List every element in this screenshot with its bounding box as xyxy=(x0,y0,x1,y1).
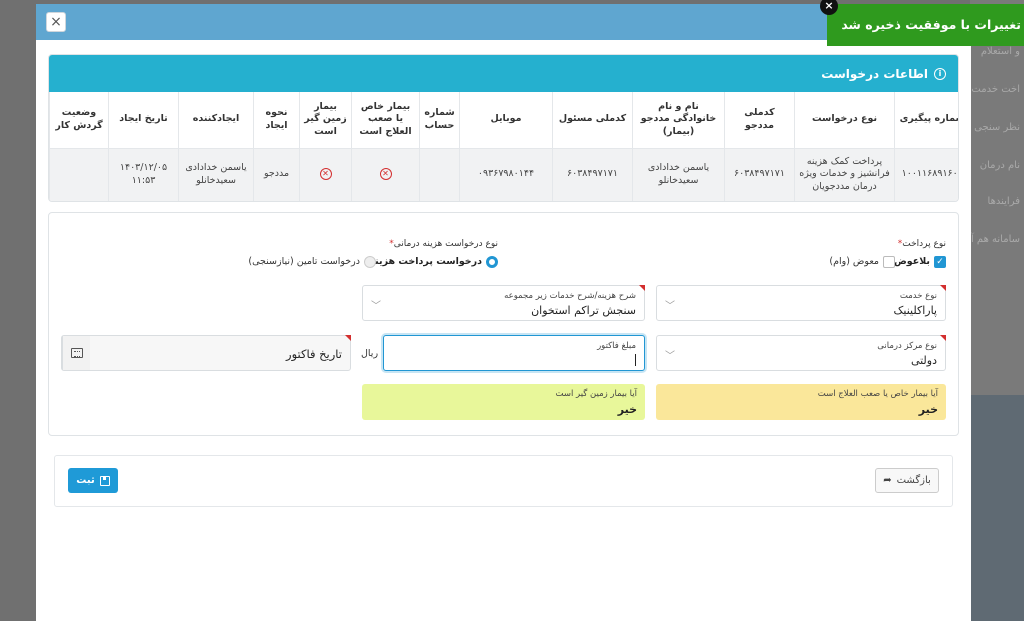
save-button[interactable]: ثبت xyxy=(68,468,118,493)
info-icon: i xyxy=(934,67,946,80)
info-card-title: اطاعات درخواست xyxy=(821,66,928,81)
request-modal: × i اطاعات درخواست شماره پیگیری نوع درخو… xyxy=(36,4,971,621)
save-button-label: ثبت xyxy=(76,475,95,486)
column-header: نام و نام خانوادگی مددجو (بیمار) xyxy=(632,92,725,149)
checkbox-grant[interactable]: ✓ xyxy=(934,256,946,268)
service-description-value: سنجش تراکم استخوان xyxy=(531,304,636,317)
request-type: پرداخت کمک هزینه فرانشیز و خدمات ویژه در… xyxy=(794,148,895,201)
checkbox-loan[interactable] xyxy=(883,256,895,268)
payment-request-label: درخواست پرداخت هزینه xyxy=(369,256,482,267)
created-date: ۱۴۰۳/۱۲/۰۵ ۱۱:۵۳ xyxy=(108,148,179,201)
mobile: ۰۹۳۶۷۹۸۰۱۴۴ xyxy=(459,148,553,201)
grant-option-label: بلاعوض xyxy=(893,256,930,267)
bedridden-cell: ✕ xyxy=(299,148,352,201)
success-toast: تغییرات با موفقیت ذخیره شد xyxy=(827,4,1024,46)
required-corner xyxy=(940,335,946,341)
table-row: ۱۰۰۱۱۶۸۹۱۶۰۷ پرداخت کمک هزینه فرانشیز و … xyxy=(49,148,958,201)
service-type-value: پاراکلینیک xyxy=(893,304,937,317)
calendar-icon xyxy=(71,348,83,358)
invoice-amount-input[interactable]: مبلغ فاکتور xyxy=(383,335,645,371)
required-corner xyxy=(639,285,645,291)
column-header: تاریخ ایجاد xyxy=(108,92,179,149)
workflow-status xyxy=(49,148,109,201)
table-header-row: شماره پیگیری نوع درخواست کدملی مددجو نام… xyxy=(49,92,958,149)
background-sidebar: و استعلام اخت خدمت نظر سنجی نام درمان فر… xyxy=(970,0,1024,621)
request-type-label-text: نوع درخواست هزینه درمانی xyxy=(393,239,498,249)
column-header: موبایل xyxy=(459,92,553,149)
back-button[interactable]: بازگشت ➦ xyxy=(875,468,939,493)
calendar-button[interactable] xyxy=(62,336,90,370)
treatment-center-select[interactable]: نوع مرکز درمانی دولتی ﹀ xyxy=(656,335,946,371)
background-item: نام درمان xyxy=(979,160,1020,171)
special-patient-box: آیا بیمار خاص یا صعب العلاج است خیر xyxy=(656,384,946,420)
radio-supply-request[interactable] xyxy=(364,256,376,268)
column-header: نحوه ایجاد xyxy=(253,92,300,149)
column-header: نوع درخواست xyxy=(794,92,895,149)
account-number xyxy=(419,148,460,201)
invoice-date-placeholder: تاریخ فاکتور xyxy=(286,347,342,361)
background-item: و استعلام xyxy=(980,46,1020,57)
special-patient-value: خیر xyxy=(918,403,938,416)
save-icon xyxy=(99,475,110,486)
close-icon[interactable]: × xyxy=(46,12,66,32)
responsible-id: ۶۰۳۸۴۹۷۱۷۱ xyxy=(552,148,633,201)
chevron-down-icon: ﹀ xyxy=(665,351,675,362)
invoice-amount-label: مبلغ فاکتور xyxy=(597,341,636,351)
special-patient-label: آیا بیمار خاص یا صعب العلاج است xyxy=(817,389,938,399)
patient-name: یاسمن خدادادی سعیدخانلو xyxy=(632,148,725,201)
x-circle-icon: ✕ xyxy=(319,168,332,181)
treatment-center-label: نوع مرکز درمانی xyxy=(877,341,937,351)
background-item: اخت خدمت xyxy=(971,84,1020,95)
bedridden-label: آیا بیمار زمین گیر است xyxy=(555,389,638,399)
creator: یاسمن خدادادی سعیدخانلو xyxy=(178,148,254,201)
info-card-header: i اطاعات درخواست xyxy=(49,55,958,92)
chevron-down-icon: ﹀ xyxy=(371,301,381,312)
special-patient-cell: ✕ xyxy=(351,148,420,201)
required-corner xyxy=(940,285,946,291)
action-bar: ثبت بازگشت ➦ xyxy=(54,455,953,507)
request-type-label: نوع درخواست هزینه درمانی* xyxy=(389,239,498,249)
background-item: نظر سنجی xyxy=(974,122,1020,133)
share-arrow-icon: ➦ xyxy=(883,475,892,486)
chevron-down-icon: ﹀ xyxy=(665,301,675,312)
required-corner xyxy=(345,335,351,341)
column-header: کدملی مسئول xyxy=(552,92,633,149)
request-form-card: نوع پرداخت* ✓ بلاعوض معوض (وام) نوع درخو… xyxy=(48,212,959,436)
treatment-center-value: دولتی xyxy=(910,354,937,367)
column-header: بیمار زمین گیر است xyxy=(299,92,352,149)
national-id: ۶۰۳۸۴۹۷۱۷۱ xyxy=(724,148,795,201)
service-type-label: نوع خدمت xyxy=(899,291,937,301)
text-caret xyxy=(635,354,636,366)
request-info-table: شماره پیگیری نوع درخواست کدملی مددجو نام… xyxy=(49,92,958,201)
payment-type-label: نوع پرداخت* xyxy=(898,239,946,249)
column-header: کدملی مددجو xyxy=(724,92,795,149)
supply-request-label: درخواست تامین (نیازسنجی) xyxy=(248,256,360,267)
x-circle-icon: ✕ xyxy=(379,168,392,181)
creation-method: مددجو xyxy=(253,148,300,201)
background-item: سامانه هم آ xyxy=(970,234,1020,245)
bedridden-box: آیا بیمار زمین گیر است خیر xyxy=(362,384,645,420)
request-info-card: i اطاعات درخواست شماره پیگیری نوع درخواس… xyxy=(48,54,959,202)
loan-option-label: معوض (وام) xyxy=(829,256,879,267)
service-description-select[interactable]: شرح هزینه/شرح خدمات زیر مجموعه سنجش تراک… xyxy=(362,285,645,321)
background-panel xyxy=(970,395,1024,621)
back-button-label: بازگشت xyxy=(896,475,931,486)
background-item: فرایندها xyxy=(987,196,1020,207)
bedridden-value: خیر xyxy=(617,403,637,416)
column-header: ایجادکننده xyxy=(178,92,254,149)
invoice-date-field[interactable]: تاریخ فاکتور xyxy=(61,335,351,371)
column-header: وضعیت گردش کار xyxy=(49,92,109,149)
column-header: شماره حساب xyxy=(419,92,460,149)
toast-message: تغییرات با موفقیت ذخیره شد xyxy=(841,17,1021,32)
service-description-label: شرح هزینه/شرح خدمات زیر مجموعه xyxy=(504,291,636,301)
currency-unit: ریال xyxy=(361,348,379,359)
column-header: بیمار خاص یا صعب العلاج است xyxy=(351,92,420,149)
service-type-select[interactable]: نوع خدمت پاراکلینیک ﹀ xyxy=(656,285,946,321)
radio-payment-request[interactable] xyxy=(486,256,498,268)
column-header: شماره پیگیری xyxy=(894,92,958,149)
payment-type-label-text: نوع پرداخت xyxy=(902,239,946,249)
tracking-number: ۱۰۰۱۱۶۸۹۱۶۰۷ xyxy=(894,148,958,201)
